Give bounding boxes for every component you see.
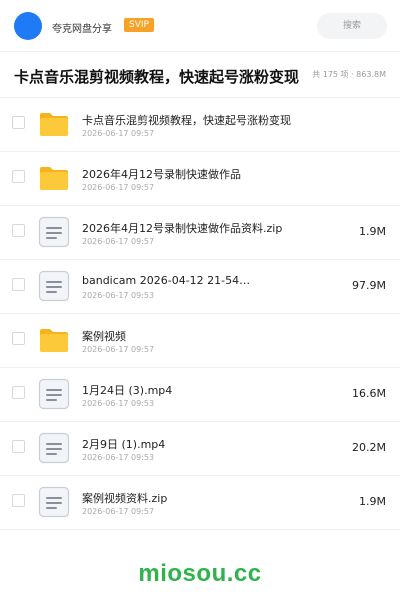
file-name: 卡点音乐混剪视频教程，快速起号涨粉变现 bbox=[82, 114, 291, 127]
file-name: 案例视频资料.zip bbox=[82, 492, 168, 505]
folder-icon bbox=[38, 324, 70, 356]
select-checkbox[interactable] bbox=[12, 116, 25, 129]
item-count-summary: 共 175 项 · 863.8M bbox=[312, 70, 386, 79]
file-size: 97.9M bbox=[352, 279, 386, 292]
file-name: 2026年4月12号录制快速做作品 bbox=[82, 168, 241, 181]
file-size: 20.2M bbox=[352, 441, 386, 454]
select-checkbox[interactable] bbox=[12, 494, 25, 507]
file-date: 2026-06-17 09:57 bbox=[82, 183, 155, 192]
select-checkbox[interactable] bbox=[12, 170, 25, 183]
select-checkbox[interactable] bbox=[12, 278, 25, 291]
file-date: 2026-06-17 09:57 bbox=[82, 237, 155, 246]
file-name: 2026年4月12号录制快速做作品资料.zip bbox=[82, 222, 283, 235]
file-row[interactable]: 案例视频资料.zip 2026-06-17 09:57 1.9M bbox=[0, 476, 400, 530]
file-size: 1.9M bbox=[359, 495, 386, 508]
document-icon bbox=[38, 432, 70, 464]
file-date: 2026-06-17 09:57 bbox=[82, 345, 155, 354]
select-checkbox[interactable] bbox=[12, 224, 25, 237]
page-title: 卡点音乐混剪视频教程，快速起号涨粉变现 bbox=[14, 68, 300, 86]
svip-badge: SVIP bbox=[124, 18, 154, 32]
file-date: 2026-06-17 09:53 bbox=[82, 399, 155, 408]
search-input[interactable]: 搜索 bbox=[317, 13, 387, 39]
document-icon bbox=[38, 216, 70, 248]
share-header: 夸克网盘分享 SVIP 搜索 bbox=[0, 0, 400, 52]
file-date: 2026-06-17 09:57 bbox=[82, 507, 155, 516]
file-row[interactable]: 1月24日 (3).mp4 2026-06-17 09:53 16.6M bbox=[0, 368, 400, 422]
folder-icon bbox=[38, 108, 70, 140]
share-title-row: 卡点音乐混剪视频教程，快速起号涨粉变现 共 175 项 · 863.8M bbox=[0, 52, 400, 98]
document-icon bbox=[38, 486, 70, 518]
file-name: bandicam 2026-04-12 21-54… bbox=[82, 274, 251, 287]
folder-icon bbox=[38, 162, 70, 194]
file-name: 1月24日 (3).mp4 bbox=[82, 384, 173, 397]
select-checkbox[interactable] bbox=[12, 332, 25, 345]
select-checkbox[interactable] bbox=[12, 386, 25, 399]
file-name: 案例视频 bbox=[82, 330, 126, 343]
file-row[interactable]: bandicam 2026-04-12 21-54… 2026-06-17 09… bbox=[0, 260, 400, 314]
app-name: 夸克网盘分享 bbox=[52, 24, 112, 35]
file-list: 卡点音乐混剪视频教程，快速起号涨粉变现 2026-06-17 09:57 202… bbox=[0, 98, 400, 530]
watermark: miosou.cc bbox=[138, 560, 262, 587]
file-size: 1.9M bbox=[359, 225, 386, 238]
file-row[interactable]: 卡点音乐混剪视频教程，快速起号涨粉变现 2026-06-17 09:57 bbox=[0, 98, 400, 152]
file-row[interactable]: 案例视频 2026-06-17 09:57 bbox=[0, 314, 400, 368]
file-date: 2026-06-17 09:53 bbox=[82, 453, 155, 462]
document-icon bbox=[38, 378, 70, 410]
file-size: 16.6M bbox=[352, 387, 386, 400]
file-row[interactable]: 2月9日 (1).mp4 2026-06-17 09:53 20.2M bbox=[0, 422, 400, 476]
file-row[interactable]: 2026年4月12号录制快速做作品资料.zip 2026-06-17 09:57… bbox=[0, 206, 400, 260]
document-icon bbox=[38, 270, 70, 302]
file-date: 2026-06-17 09:53 bbox=[82, 291, 155, 300]
file-row[interactable]: 2026年4月12号录制快速做作品 2026-06-17 09:57 bbox=[0, 152, 400, 206]
avatar[interactable] bbox=[14, 12, 42, 40]
file-date: 2026-06-17 09:57 bbox=[82, 129, 155, 138]
select-checkbox[interactable] bbox=[12, 440, 25, 453]
file-name: 2月9日 (1).mp4 bbox=[82, 438, 166, 451]
